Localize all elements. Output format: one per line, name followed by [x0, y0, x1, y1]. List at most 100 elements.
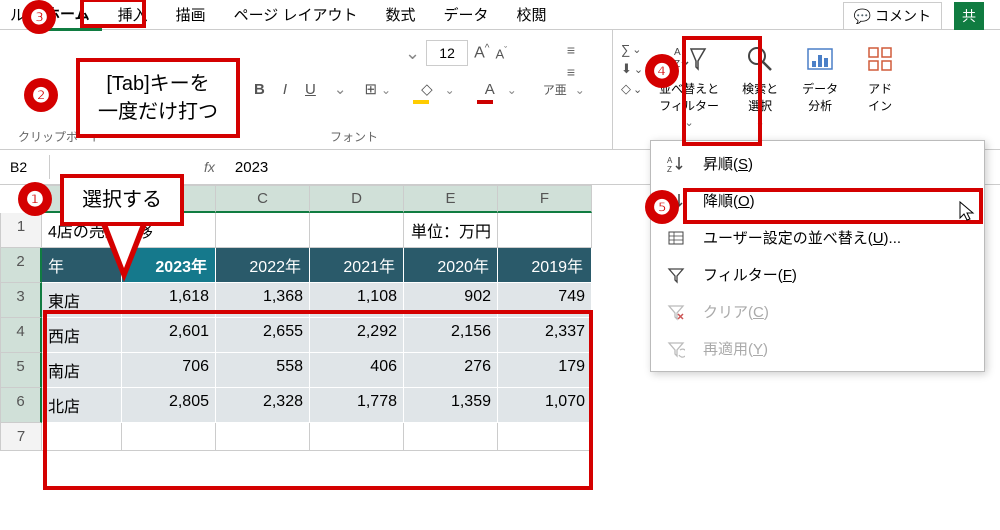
- menu-page-layout[interactable]: ページ レイアウト: [222, 0, 370, 29]
- font-color-button[interactable]: A ⌄: [473, 77, 525, 102]
- cell-A6[interactable]: 北店: [42, 388, 122, 423]
- font-group-label: フォント: [330, 128, 378, 145]
- addins-button[interactable]: アド イン: [855, 36, 905, 143]
- border-button[interactable]: ⊞⌄: [360, 78, 399, 100]
- sort-ascending-item[interactable]: AZ 昇順(S): [651, 145, 984, 182]
- cell-B5[interactable]: 706: [122, 353, 216, 388]
- share-button[interactable]: 共: [954, 2, 984, 30]
- callout-pointer-1: [100, 222, 148, 282]
- menu-review[interactable]: 校閲: [505, 0, 559, 29]
- cell-D4[interactable]: 2,292: [310, 318, 404, 353]
- comments-button[interactable]: 💬 コメント: [843, 2, 942, 30]
- fx-icon[interactable]: fx: [190, 159, 229, 175]
- row-header-4[interactable]: 4: [0, 318, 42, 353]
- fill-color-button[interactable]: ◇ ⌄: [409, 76, 463, 102]
- cell-F4[interactable]: 2,337: [498, 318, 592, 353]
- align-top-icon[interactable]: ≡: [558, 40, 584, 60]
- italic-button[interactable]: I: [279, 79, 291, 100]
- reapply-icon: [667, 340, 691, 358]
- row-header-5[interactable]: 5: [0, 353, 42, 388]
- cell-D2[interactable]: 2021年: [310, 248, 404, 283]
- cell-A3[interactable]: 東店: [42, 283, 122, 318]
- find-select-button[interactable]: 検索と 選択 ⌄: [735, 36, 785, 143]
- font-controls: B I U ⌄ ⊞⌄ ◇ ⌄ A ⌄ ア亜⌄: [250, 76, 593, 102]
- callout-3: ❸: [22, 0, 56, 34]
- cell-E6[interactable]: 1,359: [404, 388, 498, 423]
- cell-C7[interactable]: [216, 423, 310, 451]
- callout-2: ❷: [24, 78, 58, 112]
- sort-filter-button[interactable]: A Z 並べ替えと フィルター ⌄: [653, 36, 725, 143]
- chart-icon: [801, 40, 839, 78]
- cell-E1[interactable]: 単位：万円: [404, 213, 498, 248]
- cell-E5[interactable]: 276: [404, 353, 498, 388]
- autosum-button[interactable]: ∑ ⌄: [621, 42, 643, 57]
- svg-text:A: A: [674, 47, 681, 58]
- col-header-F[interactable]: F: [498, 185, 592, 213]
- cell-C1[interactable]: [216, 213, 310, 248]
- cell-F5[interactable]: 179: [498, 353, 592, 388]
- menu-data[interactable]: データ: [432, 0, 501, 29]
- name-box[interactable]: B2: [2, 155, 50, 179]
- svg-text:Z: Z: [667, 165, 672, 173]
- addins-icon: [861, 40, 899, 78]
- cell-E2[interactable]: 2020年: [404, 248, 498, 283]
- cell-E7[interactable]: [404, 423, 498, 451]
- ruby-button[interactable]: ア亜⌄: [535, 79, 593, 100]
- menu-draw[interactable]: 描画: [164, 0, 218, 29]
- cell-F1[interactable]: [498, 213, 592, 248]
- col-header-C[interactable]: C: [216, 185, 310, 213]
- cell-D7[interactable]: [310, 423, 404, 451]
- row-header-3[interactable]: 3: [0, 283, 42, 318]
- cell-C5[interactable]: 558: [216, 353, 310, 388]
- row-header-2[interactable]: 2: [0, 248, 42, 283]
- cell-B6[interactable]: 2,805: [122, 388, 216, 423]
- reapply-label: 再適用(Y): [703, 338, 768, 359]
- reapply-filter-item: 再適用(Y): [651, 330, 984, 367]
- increase-font-icon[interactable]: A^: [474, 43, 489, 62]
- cell-E4[interactable]: 2,156: [404, 318, 498, 353]
- underline-button[interactable]: U: [301, 79, 320, 100]
- cell-F3[interactable]: 749: [498, 283, 592, 318]
- cell-B3[interactable]: 1,618: [122, 283, 216, 318]
- menu-insert[interactable]: 挿入: [106, 0, 160, 29]
- cell-C2[interactable]: 2022年: [216, 248, 310, 283]
- cell-D1[interactable]: [310, 213, 404, 248]
- filter-item[interactable]: フィルター(F): [651, 256, 984, 293]
- data-analysis-button[interactable]: データ 分析: [795, 36, 845, 143]
- cell-E3[interactable]: 902: [404, 283, 498, 318]
- row-header-7[interactable]: 7: [0, 423, 42, 451]
- col-header-E[interactable]: E: [404, 185, 498, 213]
- fill-button[interactable]: ⬇ ⌄: [621, 61, 643, 77]
- cell-B7[interactable]: [122, 423, 216, 451]
- cell-C6[interactable]: 2,328: [216, 388, 310, 423]
- sort-descending-item[interactable]: ZA 降順(O): [651, 182, 984, 219]
- clear-button[interactable]: ◇ ⌄: [621, 81, 643, 97]
- callout-5: ❺: [645, 190, 679, 224]
- row-header-6[interactable]: 6: [0, 388, 42, 423]
- menu-formulas[interactable]: 数式: [373, 0, 427, 29]
- cell-F7[interactable]: [498, 423, 592, 451]
- custom-sort-item[interactable]: ユーザー設定の並べ替え(U)...: [651, 219, 984, 256]
- fill-clear-group: ∑ ⌄ ⬇ ⌄ ◇ ⌄: [621, 42, 643, 143]
- cell-F6[interactable]: 1,070: [498, 388, 592, 423]
- cell-A5[interactable]: 南店: [42, 353, 122, 388]
- cell-F2[interactable]: 2019年: [498, 248, 592, 283]
- row-7: 7: [0, 423, 1000, 451]
- custom-sort-icon: [667, 229, 691, 247]
- cell-A7[interactable]: [42, 423, 122, 451]
- col-header-D[interactable]: D: [310, 185, 404, 213]
- cell-B4[interactable]: 2,601: [122, 318, 216, 353]
- cell-A4[interactable]: 西店: [42, 318, 122, 353]
- cell-C4[interactable]: 2,655: [216, 318, 310, 353]
- decrease-font-icon[interactable]: Aˇ: [495, 45, 507, 61]
- row-header-1[interactable]: 1: [0, 213, 42, 248]
- ribbon-right: ∑ ⌄ ⬇ ⌄ ◇ ⌄ A Z 並べ替えと フィルター ⌄ 検索と 選択 ⌄: [612, 30, 1000, 149]
- bold-button[interactable]: B: [250, 79, 269, 100]
- cell-D6[interactable]: 1,778: [310, 388, 404, 423]
- cell-C3[interactable]: 1,368: [216, 283, 310, 318]
- cell-D3[interactable]: 1,108: [310, 283, 404, 318]
- font-size-input[interactable]: [426, 40, 468, 66]
- font-dropdown-caret[interactable]: ⌄: [405, 43, 420, 64]
- callout-text-tab: [Tab]キーを 一度だけ打つ: [76, 58, 240, 138]
- cell-D5[interactable]: 406: [310, 353, 404, 388]
